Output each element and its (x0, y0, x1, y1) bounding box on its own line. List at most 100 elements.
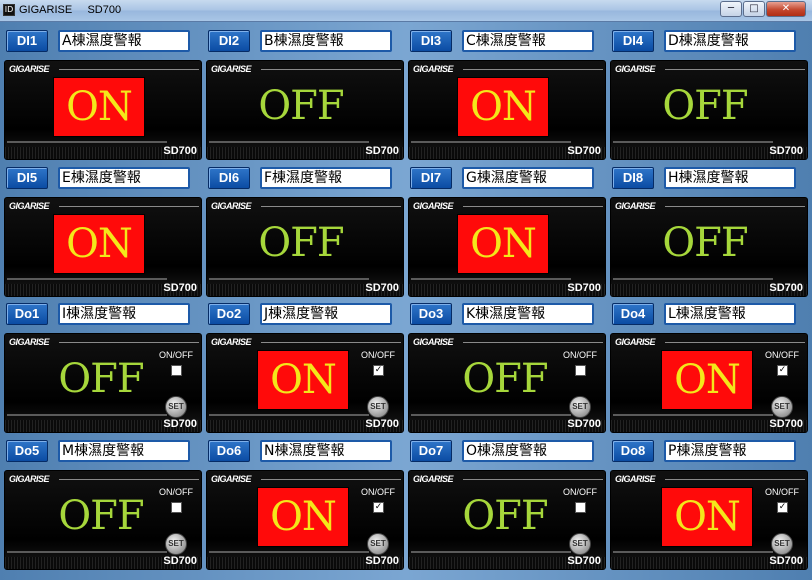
window-controls: ─ □ ✕ (719, 1, 806, 17)
minimize-icon[interactable]: ─ (720, 1, 742, 17)
channel-header: DI5 E棟濕度警報 (2, 161, 202, 191)
channel-header: Do2 J棟濕度警報 (204, 297, 404, 327)
channel-tag[interactable]: Do5 (6, 440, 48, 462)
divider (665, 479, 805, 480)
onoff-checkbox[interactable] (171, 365, 182, 376)
app-icon[interactable]: ID (3, 4, 15, 16)
channel-header: Do8 P棟濕度警報 (608, 434, 808, 464)
channel-name-field[interactable]: J棟濕度警報 (260, 303, 392, 325)
set-button[interactable]: SET (165, 396, 187, 418)
status-indicator: ON (457, 214, 549, 274)
status-indicator: ON (457, 77, 549, 137)
channel-tag[interactable]: Do8 (612, 440, 654, 462)
model-label: SD700 (567, 282, 601, 294)
device-panel: GIGARISE ON ON/OFF ✓ SET SD700 (206, 470, 404, 570)
gigarise-logo: GIGARISE (9, 64, 50, 74)
onoff-checkbox[interactable] (171, 502, 182, 513)
channel-name-field[interactable]: M棟濕度警報 (58, 440, 190, 462)
divider (7, 141, 167, 143)
onoff-label: ON/OFF (159, 350, 193, 360)
channel-cell: Do5 M棟濕度警報 GIGARISE OFF ON/OFF SET SD700 (2, 434, 202, 570)
gigarise-logo: GIGARISE (9, 337, 50, 347)
divider (261, 342, 401, 343)
close-icon[interactable]: ✕ (766, 1, 806, 17)
channel-name-field[interactable]: N棟濕度警報 (260, 440, 392, 462)
channel-name-field[interactable]: I棟濕度警報 (58, 303, 190, 325)
model-label: SD700 (769, 555, 803, 567)
onoff-checkbox[interactable] (575, 365, 586, 376)
channel-name-field[interactable]: B棟濕度警報 (260, 30, 392, 52)
divider (209, 414, 369, 416)
onoff-checkbox[interactable]: ✓ (373, 502, 384, 513)
maximize-icon[interactable]: □ (743, 1, 765, 17)
status-indicator: ON (53, 77, 145, 137)
channel-name-field[interactable]: G棟濕度警報 (462, 167, 594, 189)
channel-name-field[interactable]: H棟濕度警報 (664, 167, 796, 189)
onoff-checkbox[interactable]: ✓ (373, 365, 384, 376)
gigarise-logo: GIGARISE (615, 64, 656, 74)
gigarise-logo: GIGARISE (211, 474, 252, 484)
channel-name-field[interactable]: D棟濕度警報 (664, 30, 796, 52)
monitor-grid: DI1 A棟濕度警報 GIGARISE ON SD700 DI2 B棟濕度警報 GIGARIS… (0, 22, 812, 580)
channel-tag[interactable]: Do3 (410, 303, 452, 325)
channel-tag[interactable]: Do2 (208, 303, 250, 325)
model-label: SD700 (365, 282, 399, 294)
channel-name-field[interactable]: C棟濕度警報 (462, 30, 594, 52)
channel-tag[interactable]: Do7 (410, 440, 452, 462)
status-indicator: OFF (662, 83, 748, 129)
channel-tag[interactable]: Do4 (612, 303, 654, 325)
set-button[interactable]: SET (569, 396, 591, 418)
device-panel: GIGARISE OFF SD700 (206, 60, 404, 160)
channel-header: DI4 D棟濕度警報 (608, 24, 808, 54)
channel-header: Do4 L棟濕度警報 (608, 297, 808, 327)
divider (59, 206, 199, 207)
model-label: SD700 (163, 145, 197, 157)
set-button[interactable]: SET (165, 533, 187, 555)
divider (209, 551, 369, 553)
title-bar[interactable]: ID GIGARISE SD700 ─ □ ✕ (0, 0, 812, 22)
channel-name-field[interactable]: O棟濕度警報 (462, 440, 594, 462)
status-indicator: OFF (662, 220, 748, 266)
channel-name-field[interactable]: E棟濕度警報 (58, 167, 190, 189)
model-label: SD700 (769, 282, 803, 294)
divider (665, 342, 805, 343)
channel-tag[interactable]: DI5 (6, 167, 48, 189)
channel-name-field[interactable]: P棟濕度警報 (664, 440, 796, 462)
onoff-label: ON/OFF (361, 487, 395, 497)
onoff-checkbox[interactable] (575, 502, 586, 513)
set-button[interactable]: SET (569, 533, 591, 555)
channel-tag[interactable]: DI2 (208, 30, 250, 52)
channel-header: DI6 F棟濕度警報 (204, 161, 404, 191)
channel-tag[interactable]: DI4 (612, 30, 654, 52)
channel-tag[interactable]: DI1 (6, 30, 48, 52)
status-indicator: ON (257, 487, 349, 547)
set-button[interactable]: SET (771, 533, 793, 555)
channel-name-field[interactable]: L棟濕度警報 (664, 303, 796, 325)
onoff-checkbox[interactable]: ✓ (777, 502, 788, 513)
set-button[interactable]: SET (367, 533, 389, 555)
model-label: SD700 (365, 418, 399, 430)
channel-tag[interactable]: Do6 (208, 440, 250, 462)
divider (613, 551, 773, 553)
gigarise-logo: GIGARISE (413, 474, 454, 484)
channel-name-field[interactable]: A棟濕度警報 (58, 30, 190, 52)
divider (463, 479, 603, 480)
channel-tag[interactable]: DI3 (410, 30, 452, 52)
channel-tag[interactable]: Do1 (6, 303, 48, 325)
channel-tag[interactable]: DI8 (612, 167, 654, 189)
set-button[interactable]: SET (771, 396, 793, 418)
channel-tag[interactable]: DI7 (410, 167, 452, 189)
divider (261, 206, 401, 207)
channel-tag[interactable]: DI6 (208, 167, 250, 189)
channel-name-field[interactable]: F棟濕度警報 (260, 167, 392, 189)
channel-cell: DI7 G棟濕度警報 GIGARISE ON SD700 (406, 161, 606, 297)
gigarise-logo: GIGARISE (9, 201, 50, 211)
channel-header: DI3 C棟濕度警報 (406, 24, 606, 54)
set-button[interactable]: SET (367, 396, 389, 418)
onoff-checkbox[interactable]: ✓ (777, 365, 788, 376)
model-label: SD700 (163, 418, 197, 430)
status-indicator: ON (257, 350, 349, 410)
channel-cell: DI1 A棟濕度警報 GIGARISE ON SD700 (2, 24, 202, 160)
channel-name-field[interactable]: K棟濕度警報 (462, 303, 594, 325)
device-panel: GIGARISE ON SD700 (4, 197, 202, 297)
